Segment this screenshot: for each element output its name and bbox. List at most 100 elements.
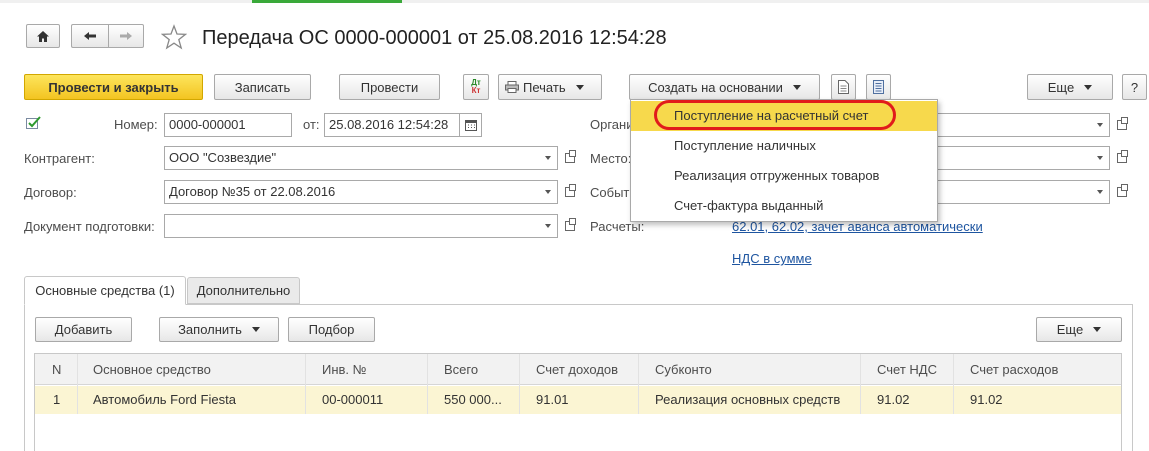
help-button[interactable]: ? (1122, 74, 1147, 100)
save-button[interactable]: Записать (214, 74, 311, 100)
create-based-on-label: Создать на основании (648, 79, 783, 95)
place-label: Место: (590, 151, 632, 166)
tab-additional[interactable]: Дополнительно (187, 277, 300, 304)
chevron-down-icon (251, 327, 260, 332)
document-button[interactable] (831, 74, 856, 100)
posted-status-icon (25, 115, 43, 131)
report-button[interactable] (866, 74, 891, 100)
column-separator (519, 354, 520, 414)
open-icon (565, 218, 576, 231)
table-more-button[interactable]: Еще (1036, 317, 1122, 342)
arrow-right-icon (120, 32, 132, 40)
cell-inv-no[interactable]: 00-000011 (322, 386, 383, 414)
prep-doc-dropdown[interactable] (538, 214, 558, 238)
contract-field[interactable]: Договор №35 от 22.08.2016 (164, 180, 538, 204)
more-button[interactable]: Еще (1027, 74, 1113, 100)
place-dropdown[interactable] (1090, 146, 1110, 170)
arrow-left-icon (84, 32, 96, 40)
post-and-close-button[interactable]: Провести и закрыть (24, 74, 203, 100)
column-header-inv-no[interactable]: Инв. № (322, 355, 367, 385)
contract-dropdown[interactable] (538, 180, 558, 204)
organization-open-button[interactable] (1112, 113, 1132, 137)
fill-button[interactable]: Заполнить (159, 317, 279, 342)
counterparty-field[interactable]: ООО "Созвездие" (164, 146, 538, 170)
number-field[interactable]: 0000-000001 (164, 113, 292, 137)
prep-doc-field[interactable] (164, 214, 538, 238)
contract-open-button[interactable] (560, 180, 580, 204)
table-more-label: Еще (1056, 322, 1084, 337)
red-highlight-annotation (654, 100, 896, 130)
open-icon (1117, 117, 1128, 130)
tab-main-assets-label: Основные средства (1) (35, 283, 175, 298)
post-button[interactable]: Провести (339, 74, 440, 100)
chevron-down-icon (1096, 190, 1103, 194)
prep-doc-open-button[interactable] (560, 214, 580, 238)
calendar-button[interactable] (459, 113, 482, 137)
open-icon (565, 150, 576, 163)
place-open-button[interactable] (1112, 146, 1132, 170)
menu-item-invoice-issued[interactable]: Счет-фактура выданный (631, 191, 937, 221)
column-header-n[interactable]: N (52, 355, 61, 385)
event-open-button[interactable] (1112, 180, 1132, 204)
organization-dropdown[interactable] (1090, 113, 1110, 137)
chevron-down-icon (792, 84, 801, 90)
chevron-down-icon (1093, 327, 1102, 332)
create-based-on-button[interactable]: Создать на основании (629, 74, 820, 100)
chevron-down-icon (1096, 123, 1103, 127)
vat-link[interactable]: НДС в сумме (732, 251, 812, 266)
menu-item-shipped-goods-sale[interactable]: Реализация отгруженных товаров (631, 161, 937, 191)
counterparty-label: Контрагент: (24, 151, 95, 166)
column-separator (860, 354, 861, 414)
add-button[interactable]: Добавить (35, 317, 132, 342)
select-button[interactable]: Подбор (288, 317, 375, 342)
number-label: Номер: (114, 117, 158, 132)
tab-main-assets[interactable]: Основные средства (1) (24, 276, 186, 305)
column-header-subconto[interactable]: Субконто (655, 355, 712, 385)
tab-additional-label: Дополнительно (196, 283, 291, 298)
cell-subconto[interactable]: Реализация основных средств (655, 386, 840, 414)
column-header-vat-account[interactable]: Счет НДС (877, 355, 937, 385)
cell-income-account[interactable]: 91.01 (536, 386, 569, 414)
chevron-down-icon (1084, 84, 1093, 90)
dt-kt-icon: Дт Кт (471, 78, 481, 95)
contract-label: Договор: (24, 185, 77, 200)
counterparty-open-button[interactable] (560, 146, 580, 170)
column-separator (305, 354, 306, 414)
date-field[interactable]: 25.08.2016 12:54:28 (324, 113, 459, 137)
cell-asset[interactable]: Автомобиль Ford Fiesta (93, 386, 236, 414)
chevron-down-icon (1096, 156, 1103, 160)
printer-icon (505, 81, 519, 93)
column-separator (638, 354, 639, 414)
dt-kt-button[interactable]: Дт Кт (463, 74, 489, 100)
column-header-expense-account[interactable]: Счет расходов (970, 355, 1058, 385)
chevron-down-icon (575, 84, 584, 90)
back-button[interactable] (71, 24, 108, 48)
column-separator (77, 354, 78, 414)
prep-doc-label: Документ подготовки: (24, 219, 155, 234)
cell-n[interactable]: 1 (53, 386, 60, 414)
more-label: Еще (1047, 79, 1075, 95)
cell-expense-account[interactable]: 91.02 (970, 386, 1003, 414)
top-tab-strip (0, 0, 1149, 3)
calendar-icon (464, 119, 477, 131)
print-label: Печать (523, 79, 566, 95)
column-header-asset[interactable]: Основное средство (93, 355, 211, 385)
menu-item-cash-receipt[interactable]: Поступление наличных (631, 131, 937, 161)
home-button[interactable] (26, 24, 60, 48)
chevron-down-icon (544, 224, 551, 228)
column-header-total[interactable]: Всего (444, 355, 478, 385)
home-icon (37, 30, 49, 42)
forward-button[interactable] (108, 24, 144, 48)
window-title: Передача ОС 0000-000001 от 25.08.2016 12… (202, 27, 667, 49)
open-icon (1117, 184, 1128, 197)
report-icon (873, 80, 884, 94)
chevron-down-icon (544, 190, 551, 194)
print-button[interactable]: Печать (498, 74, 602, 100)
event-dropdown[interactable] (1090, 180, 1110, 204)
cell-total[interactable]: 550 000... (444, 386, 502, 414)
cell-vat-account[interactable]: 91.02 (877, 386, 910, 414)
counterparty-dropdown[interactable] (538, 146, 558, 170)
open-icon (1117, 150, 1128, 163)
column-header-income-account[interactable]: Счет доходов (536, 355, 618, 385)
favorite-star-icon[interactable] (160, 24, 188, 50)
